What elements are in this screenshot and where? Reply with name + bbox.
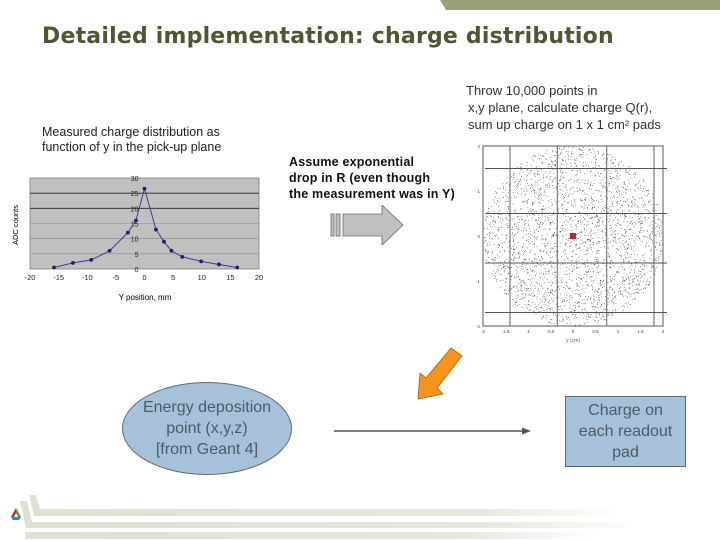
y-tick-label: 0 — [477, 234, 480, 239]
x-tick-label: 1.5 — [637, 329, 644, 334]
x-tick-label: -2 — [481, 329, 485, 334]
header-band — [440, 0, 720, 10]
data-point — [235, 265, 240, 270]
x-tick-label: 1 — [617, 329, 620, 334]
data-point — [52, 265, 56, 270]
throw-caption-line: sum up charge on 1 x 1 cm² pads — [468, 117, 661, 132]
footer-stripe — [25, 532, 600, 539]
y-tick-label: 10 — [131, 237, 139, 244]
page-title: Detailed implementation: charge distribu… — [42, 24, 614, 49]
assume-caption-line: drop in R (even though — [289, 171, 431, 185]
x-tick-label: -5 — [113, 273, 120, 282]
data-point — [107, 248, 112, 253]
x-tick-label: 20 — [255, 273, 263, 282]
data-point — [142, 186, 147, 191]
x-tick-label: 0 — [142, 273, 146, 282]
data-point — [217, 262, 221, 267]
throw-caption-line: Throw 10,000 points in — [466, 83, 598, 98]
x-axis-label: Y position, mm — [119, 293, 172, 302]
data-point — [89, 258, 94, 262]
y-tick-label: 5 — [135, 252, 139, 259]
data-point — [154, 227, 158, 232]
assume-caption-line: the measurement was in Y) — [289, 187, 455, 201]
energy-deposition-node: Energy deposition point (x,y,z) [from Ge… — [122, 382, 292, 475]
data-point — [169, 248, 174, 253]
node-label-line: point (x,y,z) — [166, 420, 248, 437]
x-tick-label: -10 — [82, 273, 93, 282]
throw-caption: Throw 10,000 points in x,y plane, calcul… — [466, 82, 716, 133]
data-point — [134, 218, 138, 223]
x-tick-label: 15 — [226, 273, 234, 282]
assume-caption-line: Assume exponential — [289, 155, 415, 169]
measured-caption: Measured charge distribution as function… — [42, 125, 282, 155]
y-tick-label: -2 — [476, 324, 480, 329]
x-tick-label: -1 — [526, 329, 530, 334]
argonne-triangle-logo — [11, 508, 21, 520]
highlight-point — [570, 233, 576, 239]
data-point — [162, 239, 166, 244]
data-point — [125, 230, 130, 235]
down-left-arrow-icon — [417, 347, 463, 400]
y-tick-label: 2 — [477, 144, 480, 149]
x-tick-label: 2 — [662, 329, 665, 334]
right-line-arrow-icon — [334, 427, 531, 435]
node-label-line: each readout — [578, 423, 673, 440]
y-axis-label: ADC counts — [11, 205, 20, 245]
measured-caption-line: Measured charge distribution as — [42, 125, 220, 139]
y-tick-label: 20 — [131, 206, 139, 213]
x-tick-label: -20 — [25, 273, 36, 282]
node-label-line: [from Geant 4] — [155, 441, 259, 458]
right-arrow-icon — [330, 205, 404, 245]
y-tick-label: 0 — [135, 267, 139, 274]
measured-charge-chart: 051015202530 -20 -15 -10 -5 0 5 10 15 20 Y posit… — [11, 176, 263, 302]
assume-caption: Assume exponential drop in R (even thoug… — [289, 154, 489, 202]
data-point — [199, 259, 204, 264]
node-label-line: pad — [612, 444, 639, 461]
footer-stripe — [29, 495, 620, 516]
x-tick-label: 10 — [198, 273, 206, 282]
charge-scatter-chart: -2 -1.5 -1 -0.5 0 0.5 1 1.5 2 -2 -1 0 1 2 y (cm) — [476, 144, 667, 344]
footer-decoration — [11, 495, 640, 539]
readout-pad-node: Charge on each readout pad — [565, 396, 686, 467]
node-label-line: Energy deposition — [142, 399, 272, 416]
throw-caption-line: x,y plane, calculate charge Q(r), — [468, 100, 653, 115]
y-tick-label: 1 — [477, 189, 480, 194]
x-tick-label: -15 — [53, 273, 64, 282]
y-tick-label: 25 — [131, 191, 139, 198]
x-tick-label: -1.5 — [502, 329, 510, 334]
x-tick-label: 0.5 — [592, 329, 599, 334]
x-axis-label: y (cm) — [566, 338, 580, 344]
y-tick-label: 30 — [131, 176, 139, 183]
y-tick-label: -1 — [476, 279, 480, 284]
data-point — [71, 261, 75, 265]
measured-caption-line: function of y in the pick-up plane — [42, 140, 222, 154]
x-tick-label: -0.5 — [547, 329, 555, 334]
node-label-line: Charge on — [588, 402, 663, 419]
x-tick-label: 0 — [572, 329, 575, 334]
data-point — [180, 254, 185, 259]
x-tick-label: 5 — [171, 273, 175, 282]
